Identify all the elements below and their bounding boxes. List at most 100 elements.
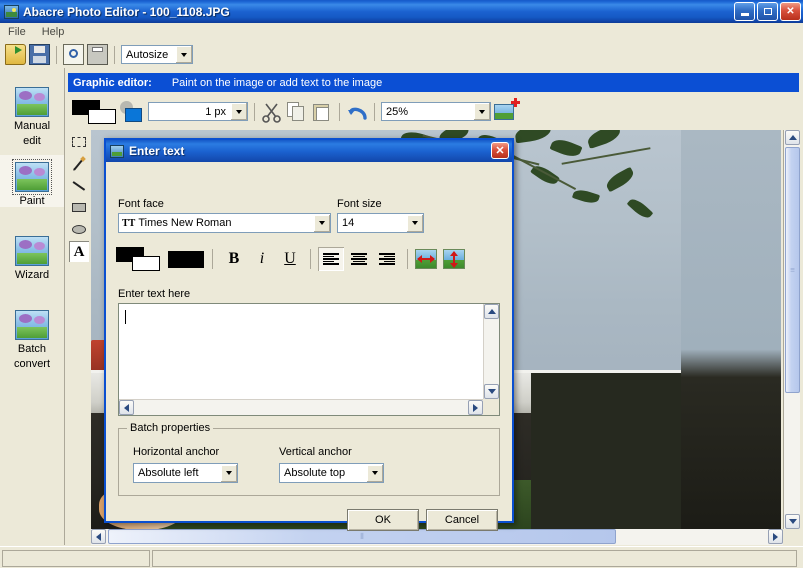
horizontal-scroll-thumb[interactable]: ⦀ [108, 529, 616, 544]
vertical-anchor-select[interactable]: Absolute top [279, 463, 384, 483]
italic-button[interactable]: i [249, 247, 275, 271]
bold-button[interactable]: B [221, 247, 247, 271]
size-mode-value: Autosize [126, 48, 169, 61]
text-horizontal-scrollbar[interactable] [119, 399, 483, 415]
scroll-left-button[interactable] [91, 529, 106, 544]
text-color-swatch[interactable] [116, 247, 160, 271]
undo-icon[interactable] [346, 101, 368, 123]
status-pane-2 [152, 550, 797, 567]
dialog-close-button[interactable]: ✕ [491, 142, 509, 159]
font-size-label: Font size [337, 198, 382, 210]
color-swatch-pair[interactable] [72, 99, 116, 124]
minimize-button[interactable] [734, 2, 755, 21]
sidebar-item-paint[interactable]: Paint [0, 155, 64, 207]
toolbar-separator [374, 102, 375, 121]
zoom-select[interactable]: 25% [381, 102, 491, 121]
select-tool[interactable] [69, 131, 89, 152]
copy-icon[interactable] [286, 101, 308, 123]
text-input-area[interactable] [118, 303, 500, 416]
pencil-tool[interactable] [69, 153, 89, 174]
window-controls: ✕ [734, 2, 801, 21]
font-size-value: 14 [342, 217, 355, 229]
maximize-button[interactable] [757, 2, 778, 21]
text-vertical-scrollbar[interactable] [483, 304, 499, 399]
background-color-swatch[interactable] [88, 108, 116, 124]
vertical-anchor-image-button[interactable] [443, 249, 465, 269]
chevron-down-icon[interactable] [313, 214, 330, 232]
chevron-left-icon [124, 403, 129, 412]
add-image-icon[interactable] [494, 97, 520, 123]
fill-color-swatch[interactable] [168, 250, 204, 268]
sidebar-label: Manual [13, 120, 51, 132]
size-mode-select[interactable]: Autosize [121, 45, 193, 64]
separator [212, 249, 213, 269]
scroll-right-button[interactable] [768, 529, 783, 544]
chevron-down-icon[interactable] [230, 103, 247, 120]
main-toolbar: Autosize [0, 41, 803, 68]
sidebar-item-wizard[interactable]: Wizard [0, 229, 64, 281]
chevron-down-icon[interactable] [366, 464, 383, 482]
scroll-up-button[interactable] [785, 130, 800, 145]
sidebar-item-manual-edit[interactable]: Manual edit [0, 80, 64, 147]
chevron-down-icon[interactable] [175, 46, 192, 63]
align-right-button[interactable] [374, 247, 400, 271]
chevron-down-icon [788, 519, 797, 524]
print-preview-icon[interactable] [63, 44, 84, 65]
fill-style-icon[interactable] [119, 100, 145, 124]
ellipse-tool[interactable] [69, 219, 89, 240]
cancel-button[interactable]: Cancel [426, 509, 498, 531]
dialog-title: Enter text [129, 144, 185, 158]
underline-button[interactable]: U [277, 247, 303, 271]
ok-button[interactable]: OK [347, 509, 419, 531]
line-width-select[interactable]: 1 px [148, 102, 248, 121]
align-center-button[interactable] [346, 247, 372, 271]
text-scroll-right-button[interactable] [468, 400, 483, 415]
chevron-right-icon [473, 403, 478, 412]
paste-icon[interactable] [311, 101, 333, 123]
save-icon[interactable] [29, 44, 50, 65]
align-right-icon [379, 253, 395, 265]
sidebar-label: convert [13, 358, 51, 370]
cut-icon[interactable] [261, 101, 283, 123]
sidebar-label: Wizard [14, 269, 50, 281]
zoom-value: 25% [386, 105, 409, 118]
wizard-icon [15, 236, 49, 266]
font-face-label: Font face [118, 198, 164, 210]
canvas-vertical-scrollbar[interactable]: ≡ [783, 130, 800, 529]
line-tool[interactable] [69, 175, 89, 196]
title-bar: Abacre Photo Editor - 100_1108.JPG ✕ [0, 0, 803, 23]
scroll-down-button[interactable] [785, 514, 800, 529]
rectangle-tool[interactable] [69, 197, 89, 218]
text-caret [125, 310, 126, 324]
font-face-select[interactable]: TT Times New Roman [118, 213, 331, 233]
sidebar: Manual edit Paint Wizard Batch convert [0, 68, 65, 545]
text-tool[interactable]: A [69, 241, 89, 262]
italic-glyph: i [259, 250, 265, 267]
print-icon[interactable] [87, 44, 108, 65]
bold-glyph: B [228, 250, 240, 267]
menu-item-help[interactable]: Help [34, 24, 73, 40]
tool-palette: A [68, 130, 90, 270]
scrollbar-corner [483, 399, 499, 415]
chevron-down-icon[interactable] [220, 464, 237, 482]
status-bar [0, 546, 803, 568]
text-scroll-left-button[interactable] [119, 400, 134, 415]
text-scroll-down-button[interactable] [484, 384, 499, 399]
text-scroll-up-button[interactable] [484, 304, 499, 319]
font-size-select[interactable]: 14 [337, 213, 424, 233]
close-button[interactable]: ✕ [780, 2, 801, 21]
chevron-down-icon[interactable] [406, 214, 423, 232]
dialog-title-bar: Enter text ✕ [106, 140, 512, 162]
chevron-down-icon[interactable] [473, 103, 490, 120]
align-center-icon [351, 253, 367, 265]
canvas-horizontal-scrollbar[interactable]: ⦀ [91, 529, 783, 545]
align-left-button[interactable] [318, 247, 344, 271]
horizontal-anchor-select[interactable]: Absolute left [133, 463, 238, 483]
open-folder-icon[interactable] [5, 44, 26, 65]
vertical-scroll-thumb[interactable]: ≡ [785, 147, 800, 393]
menu-item-file[interactable]: File [0, 24, 34, 40]
toolbar-separator [254, 102, 255, 121]
font-face-value: Times New Roman [138, 217, 232, 229]
sidebar-item-batch-convert[interactable]: Batch convert [0, 303, 64, 370]
horizontal-anchor-image-button[interactable] [415, 249, 437, 269]
